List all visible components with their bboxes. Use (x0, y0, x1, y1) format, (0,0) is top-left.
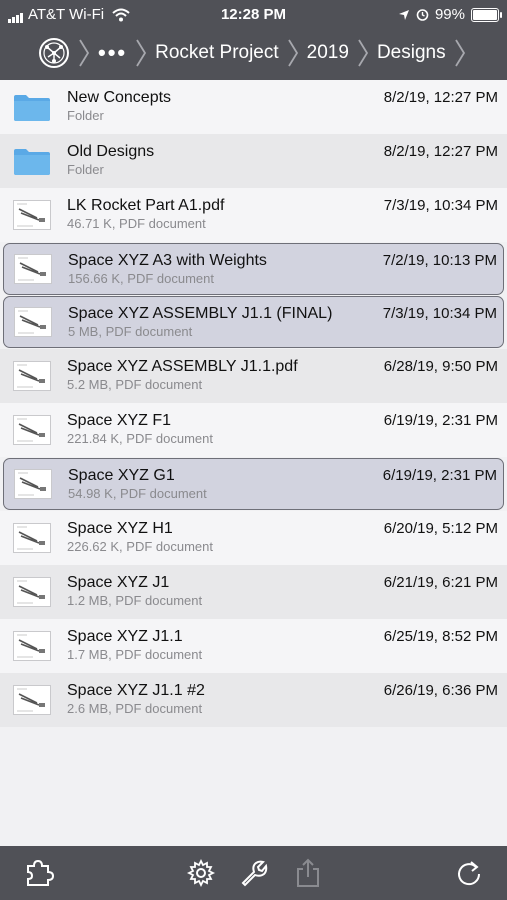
network-globe-icon[interactable] (38, 37, 70, 69)
file-meta: Folder (67, 162, 104, 177)
pdf-thumbnail-icon (13, 631, 51, 661)
file-name: Space XYZ J1.1 #2 (67, 682, 205, 699)
pdf-thumbnail-icon (13, 685, 51, 715)
file-row[interactable]: Space XYZ A3 with Weights 156.66 K, PDF d… (3, 243, 504, 295)
file-row[interactable]: Space XYZ ASSEMBLY J1.1 (FINAL) 5 MB, PDF… (3, 296, 504, 348)
file-date: 6/28/19, 9:50 PM (383, 358, 498, 375)
pdf-thumbnail-icon (13, 361, 51, 391)
file-meta: 5 MB, PDF document (68, 324, 193, 339)
file-row[interactable]: Space XYZ H1 226.62 K, PDF document 6/20/1… (0, 511, 507, 565)
file-name: Space XYZ J1.1 (67, 628, 183, 645)
pdf-thumbnail-icon (14, 469, 52, 499)
breadcrumb-item-designs[interactable]: Designs (377, 42, 446, 64)
pdf-thumbnail-icon (14, 254, 52, 284)
chevron-right-icon (136, 39, 147, 67)
file-name: Space XYZ ASSEMBLY J1.1.pdf (67, 358, 298, 375)
alarm-icon (416, 9, 429, 21)
battery-percent: 99% (434, 6, 465, 23)
file-date: 7/2/19, 10:13 PM (382, 252, 497, 269)
file-row[interactable]: Space XYZ G1 54.98 K, PDF document 6/19/19… (3, 458, 504, 510)
chevron-right-icon (287, 39, 298, 67)
file-meta: 5.2 MB, PDF document (67, 377, 203, 392)
file-meta: 1.7 MB, PDF document (67, 647, 203, 662)
chevron-right-icon (358, 39, 368, 67)
file-date: 6/19/19, 2:31 PM (382, 467, 497, 484)
puzzle-icon[interactable] (24, 858, 54, 888)
file-row[interactable]: Old Designs Folder 8/2/19, 12:27 PM (0, 134, 507, 188)
status-bar: AT&T Wi-Fi 12:28 PM 99% (0, 0, 507, 28)
top-bar: AT&T Wi-Fi 12:28 PM 99% ••• Rocket Proje… (0, 0, 507, 80)
file-meta: 1.2 MB, PDF document (67, 593, 203, 608)
file-name: Space XYZ G1 (68, 467, 175, 484)
file-date: 6/25/19, 8:52 PM (383, 628, 498, 645)
file-row[interactable]: Space XYZ J1.1 1.7 MB, PDF document 6/25/1… (0, 619, 507, 673)
file-meta: 226.62 K, PDF document (67, 539, 213, 554)
file-name: Space XYZ F1 (67, 412, 172, 429)
file-row[interactable]: Space XYZ F1 221.84 K, PDF document 6/19/1… (0, 403, 507, 457)
file-name: Space XYZ J1 (67, 574, 170, 591)
file-row[interactable]: New Concepts Folder 8/2/19, 12:27 PM (0, 80, 507, 134)
file-meta: 2.6 MB, PDF document (67, 701, 203, 716)
file-name: Old Designs (67, 143, 155, 160)
gear-icon[interactable] (186, 858, 216, 888)
file-name: Space XYZ ASSEMBLY J1.1 (FINAL) (68, 305, 333, 322)
file-name: LK Rocket Part A1.pdf (67, 197, 225, 214)
breadcrumb-item-2019[interactable]: 2019 (307, 42, 349, 64)
file-date: 7/3/19, 10:34 PM (383, 197, 498, 214)
folder-icon (13, 146, 51, 176)
breadcrumb-ellipsis[interactable]: ••• (98, 40, 127, 66)
chevron-right-icon (454, 39, 465, 67)
folder-icon (13, 92, 51, 122)
breadcrumb: ••• Rocket Project 2019 Designs (0, 30, 507, 76)
file-row[interactable]: Space XYZ J1 1.2 MB, PDF document 6/21/19,… (0, 565, 507, 619)
pdf-thumbnail-icon (13, 523, 51, 553)
file-list: New Concepts Folder 8/2/19, 12:27 PM Old D… (0, 80, 507, 727)
file-meta: 54.98 K, PDF document (68, 486, 207, 501)
pdf-thumbnail-icon (13, 200, 51, 230)
share-icon[interactable] (293, 858, 323, 888)
file-date: 6/21/19, 6:21 PM (383, 574, 498, 591)
file-date: 8/2/19, 12:27 PM (383, 89, 498, 106)
bottom-toolbar (0, 846, 507, 900)
file-date: 6/26/19, 6:36 PM (383, 682, 498, 699)
file-date: 6/20/19, 5:12 PM (383, 520, 498, 537)
file-name: Space XYZ H1 (67, 520, 173, 537)
wrench-icon[interactable] (238, 858, 268, 888)
pdf-thumbnail-icon (13, 415, 51, 445)
file-date: 8/2/19, 12:27 PM (383, 143, 498, 160)
pdf-thumbnail-icon (13, 577, 51, 607)
file-meta: 156.66 K, PDF document (68, 271, 214, 286)
file-name: Space XYZ A3 with Weights (68, 252, 267, 269)
file-name: New Concepts (67, 89, 172, 106)
refresh-icon[interactable] (454, 858, 484, 888)
file-row[interactable]: LK Rocket Part A1.pdf 46.71 K, PDF docume… (0, 188, 507, 242)
chevron-right-icon (79, 39, 90, 67)
file-row[interactable]: Space XYZ ASSEMBLY J1.1.pdf 5.2 MB, PDF d… (0, 349, 507, 403)
location-arrow-icon (398, 9, 409, 20)
file-meta: 221.84 K, PDF document (67, 431, 213, 446)
breadcrumb-item-rocket-project[interactable]: Rocket Project (155, 42, 279, 64)
file-row[interactable]: Space XYZ J1.1 #2 2.6 MB, PDF document 6/2… (0, 673, 507, 727)
pdf-thumbnail-icon (14, 307, 52, 337)
battery-icon (471, 7, 502, 22)
file-meta: Folder (67, 108, 104, 123)
file-date: 6/19/19, 2:31 PM (383, 412, 498, 429)
file-date: 7/3/19, 10:34 PM (382, 305, 497, 322)
file-meta: 46.71 K, PDF document (67, 216, 206, 231)
